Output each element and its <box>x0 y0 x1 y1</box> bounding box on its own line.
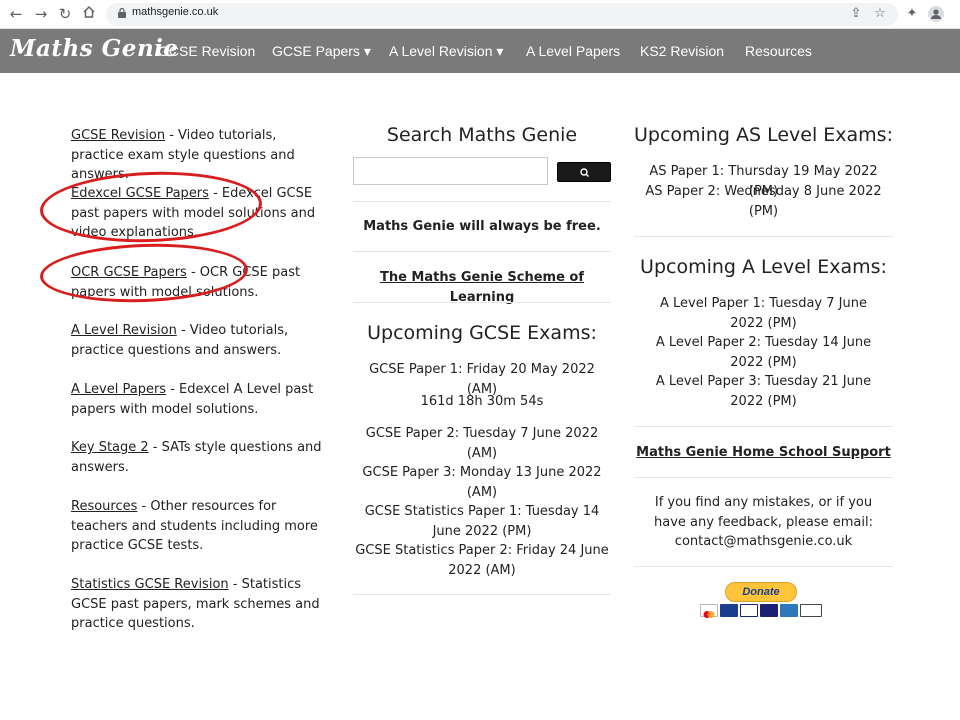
link-a-level-revision[interactable]: A Level Revision <box>71 323 177 338</box>
list-item: Statistics GCSE Revision - Statistics GC… <box>71 577 320 632</box>
lock-icon <box>118 8 126 18</box>
divider <box>634 426 893 427</box>
list-item: A Level Papers - Edexcel A Level past pa… <box>71 382 314 417</box>
gcse-statistics-paper-2-text: GCSE Statistics Paper 2: Friday 24 June … <box>355 543 609 578</box>
extensions-icon[interactable]: ✦ <box>904 6 920 22</box>
divider <box>634 236 893 237</box>
visa-electron-icon <box>760 604 778 617</box>
list-item: Resources - Other resources for teachers… <box>71 499 318 554</box>
gcse-paper-3-text: GCSE Paper 3: Monday 13 June 2022 (AM) <box>362 465 602 500</box>
divider <box>353 594 611 595</box>
countdown-timer: 161d 18h 30m 54s <box>420 394 544 409</box>
divider <box>634 566 893 567</box>
amex-icon <box>780 604 798 617</box>
reload-icon[interactable]: ↻ <box>56 5 74 23</box>
list-item: Key Stage 2 - SATs style questions and a… <box>71 440 322 475</box>
link-home-school-support[interactable]: Maths Genie Home School Support <box>636 445 891 460</box>
forward-arrow-icon[interactable]: → <box>32 5 50 23</box>
mastercard-icon <box>700 604 718 618</box>
site-logo[interactable]: Maths Genie <box>10 35 179 62</box>
a-level-heading: Upcoming A Level Exams: <box>640 256 887 278</box>
divider <box>353 302 611 303</box>
as-level-heading: Upcoming AS Level Exams: <box>634 124 893 146</box>
home-icon[interactable] <box>80 5 98 23</box>
link-key-stage-2[interactable]: Key Stage 2 <box>71 440 149 455</box>
divider <box>353 201 611 202</box>
search-heading: Search Maths Genie <box>386 124 578 146</box>
donate-button[interactable]: Donate <box>725 582 797 602</box>
back-arrow-icon[interactable]: ← <box>7 5 25 23</box>
a-level-paper-2-text: A Level Paper 2: Tuesday 14 June 2022 (P… <box>655 335 872 370</box>
link-resources[interactable]: Resources <box>71 499 137 514</box>
home-school-row: Maths Genie Home School Support <box>634 443 893 463</box>
visa-icon <box>740 604 758 617</box>
direct-debit-icon <box>800 604 822 617</box>
search-button[interactable] <box>557 162 611 182</box>
url-text: mathsgenie.co.uk <box>132 6 219 18</box>
divider <box>634 477 893 478</box>
link-statistics-gcse-revision[interactable]: Statistics GCSE Revision <box>71 577 229 592</box>
a-level-paper-1-text: A Level Paper 1: Tuesday 7 June 2022 (PM… <box>660 296 867 331</box>
search-icon <box>580 168 589 177</box>
profile-avatar-icon[interactable] <box>928 6 944 22</box>
always-free-text: Maths Genie will always be free. <box>363 219 601 234</box>
nav-gcse-revision[interactable]: GCSE Revision <box>158 43 255 59</box>
gcse-statistics-paper-1-text: GCSE Statistics Paper 1: Tuesday 14 June… <box>364 504 600 539</box>
gcse-paper-2-text: GCSE Paper 2: Tuesday 7 June 2022 (AM) <box>365 426 599 461</box>
link-scheme-of-learning[interactable]: The Maths Genie Scheme of Learning <box>380 270 584 305</box>
feedback-text: If you find any mistakes, or if you have… <box>653 495 873 550</box>
search-input[interactable] <box>353 157 548 185</box>
a-level-paper-3-text: A Level Paper 3: Tuesday 21 June 2022 (P… <box>655 374 872 409</box>
as-paper-2-text: AS Paper 2: Wednesday 8 June 2022 (PM) <box>645 184 882 219</box>
link-a-level-papers[interactable]: A Level Papers <box>71 382 166 397</box>
list-item: A Level Revision - Video tutorials, prac… <box>71 323 289 358</box>
link-gcse-revision[interactable]: GCSE Revision <box>71 128 165 143</box>
maestro-icon <box>720 604 738 617</box>
divider <box>353 251 611 252</box>
middle-column: Search Maths Genie Maths Genie will alwa… <box>353 0 611 720</box>
gcse-exams-heading: Upcoming GCSE Exams: <box>367 322 597 344</box>
